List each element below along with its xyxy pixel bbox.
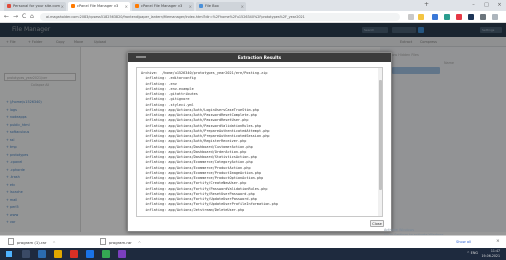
extension-icon[interactable] [456, 14, 462, 20]
taskbar-clock[interactable]: 11:47 19-06-2021 [481, 249, 500, 259]
download-filename: program.rar [109, 240, 132, 245]
forward-icon[interactable]: → [13, 11, 18, 23]
close-button[interactable]: Close [370, 220, 384, 227]
windows-taskbar: ^ ENG 11:47 19-06-2021 [0, 248, 506, 260]
close-window-button[interactable]: × [494, 0, 505, 11]
cpanel-favicon-icon [135, 3, 139, 8]
app-icon[interactable] [118, 250, 126, 258]
browser-tab-1[interactable]: Personal for your site.com × [4, 2, 66, 11]
dialog-header: Extraction Results [128, 53, 391, 62]
file-icon [100, 238, 106, 245]
close-download-bar-icon[interactable]: × [496, 238, 500, 246]
search-icon[interactable] [22, 250, 30, 258]
minimize-button[interactable]: – [468, 0, 479, 11]
folder-favicon-icon [199, 3, 203, 8]
app-icon[interactable] [102, 250, 110, 258]
tab-close-icon[interactable]: × [189, 2, 192, 11]
extension-icon[interactable] [432, 14, 438, 20]
windows-start-icon[interactable] [6, 251, 12, 257]
chrome-icon[interactable] [70, 250, 78, 258]
cpanel-favicon-icon [71, 3, 75, 8]
back-icon[interactable]: ← [4, 11, 9, 23]
folder-icon[interactable] [54, 250, 62, 258]
scrollbar[interactable] [378, 68, 382, 216]
extension-icon[interactable] [444, 14, 450, 20]
download-item[interactable]: program.rar ^ [100, 238, 141, 246]
extraction-log-list: Archive: /home/u1526340/prototypes_year2… [137, 68, 382, 216]
home-icon[interactable]: ⌂ [30, 11, 34, 23]
tab-label: Personal for your site.com [13, 4, 61, 8]
drag-handle-icon[interactable] [136, 56, 146, 58]
download-item[interactable]: program (1).rar ^ [8, 238, 56, 246]
extension-icon[interactable] [468, 14, 474, 20]
tab-close-icon[interactable]: × [125, 2, 128, 11]
tab-close-icon[interactable]: × [241, 2, 244, 11]
system-tray[interactable]: ^ ENG [467, 251, 478, 255]
reload-icon[interactable]: C [22, 11, 26, 23]
tab-label: File Box [205, 4, 219, 8]
clock-date: 19-06-2021 [481, 254, 500, 258]
favicon-icon [7, 3, 11, 8]
tab-label: cPanel File Manager v3 [141, 4, 183, 8]
file-explorer-icon[interactable] [38, 250, 46, 258]
log-line: inflating: app/Actions/Jetstream/DeleteU… [141, 207, 245, 212]
browser-tab-4[interactable]: File Box × [196, 2, 246, 11]
maximize-button[interactable]: □ [481, 0, 492, 11]
browser-tab-3[interactable]: cPanel File Manager v3 × [132, 2, 194, 11]
browser-tab-2[interactable]: cPanel File Manager v3 × [68, 2, 130, 11]
profile-icon[interactable] [480, 14, 486, 20]
show-all-downloads-link[interactable]: Show all [456, 238, 471, 246]
browser-tab-bar: Personal for your site.com × cPanel File … [0, 0, 506, 11]
scrollbar-thumb[interactable] [378, 80, 382, 190]
star-icon[interactable] [418, 14, 424, 20]
extraction-log: Archive: /home/u1526340/prototypes_year2… [136, 67, 383, 217]
chevron-up-icon[interactable]: ^ [52, 240, 55, 245]
file-icon [8, 238, 14, 245]
address-bar: ← → C ⌂ ai.magaholder.com:2083/cpsess518… [0, 11, 506, 23]
tab-close-icon[interactable]: × [61, 2, 64, 11]
new-tab-button[interactable]: + [424, 1, 429, 8]
extension-icon[interactable] [408, 14, 414, 20]
chevron-up-icon[interactable]: ^ [138, 240, 141, 245]
extraction-results-dialog: Extraction Results Archive: /home/u15263… [127, 52, 392, 232]
download-bar: program (1).rar ^ program.rar ^ Show all × [0, 235, 506, 248]
menu-icon[interactable] [492, 14, 498, 20]
download-filename: program (1).rar [17, 240, 47, 245]
url-input[interactable]: ai.magaholder.com:2083/cpsess5182563820/… [40, 13, 400, 21]
tab-label: cPanel File Manager v3 [77, 4, 119, 8]
dialog-title: Extraction Results [237, 55, 282, 60]
app-icon[interactable] [86, 250, 94, 258]
